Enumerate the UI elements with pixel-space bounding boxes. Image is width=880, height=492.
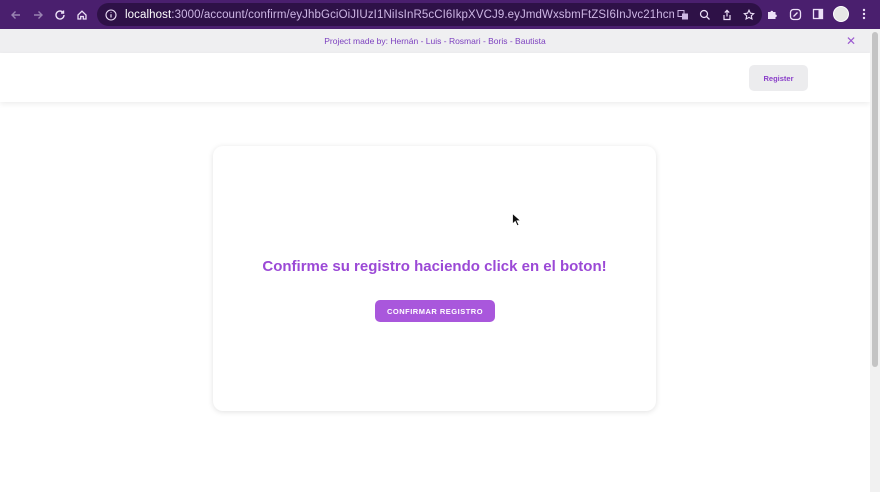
share-icon[interactable] [718,6,736,24]
translate-icon[interactable] [674,6,692,24]
more-icon[interactable] [854,4,874,24]
sidebar-icon[interactable] [808,4,828,24]
banner-text: Project made by: Hernán - Luis - Rosmari… [324,36,546,46]
scrollbar[interactable] [870,29,880,492]
page-title: Confirme su registro haciendo click en e… [262,258,607,275]
extensions-icon[interactable] [762,4,782,24]
reload-icon[interactable] [49,4,71,26]
close-icon[interactable]: ✕ [844,34,858,48]
zoom-icon[interactable] [696,6,714,24]
page-viewport: Project made by: Hernán - Luis - Rosmari… [0,29,870,492]
register-button[interactable]: Register [749,65,808,91]
home-icon[interactable] [71,4,93,26]
credits-banner: Project made by: Hernán - Luis - Rosmari… [0,29,870,53]
back-icon[interactable] [5,4,27,26]
avatar[interactable] [831,4,851,24]
info-icon[interactable] [105,8,119,22]
url-text[interactable]: localhost:3000/account/confirm/eyJhbGciO… [125,9,674,21]
browser-toolbar: localhost:3000/account/confirm/eyJhbGciO… [0,0,880,29]
site-header: Register [0,53,870,102]
address-bar[interactable]: localhost:3000/account/confirm/eyJhbGciO… [97,3,762,26]
url-path: :3000/account/confirm/eyJhbGciOiJIUzI1Ni… [171,8,674,21]
scrollbar-thumb[interactable] [872,32,878,367]
confirm-registration-button[interactable]: CONFIRMAR REGISTRO [375,300,495,322]
vpn-icon[interactable] [785,4,805,24]
forward-icon[interactable] [27,4,49,26]
mouse-cursor-icon [512,213,522,227]
confirm-card: Confirme su registro haciendo click en e… [213,146,656,411]
url-host: localhost [125,8,172,21]
star-icon[interactable] [740,6,758,24]
